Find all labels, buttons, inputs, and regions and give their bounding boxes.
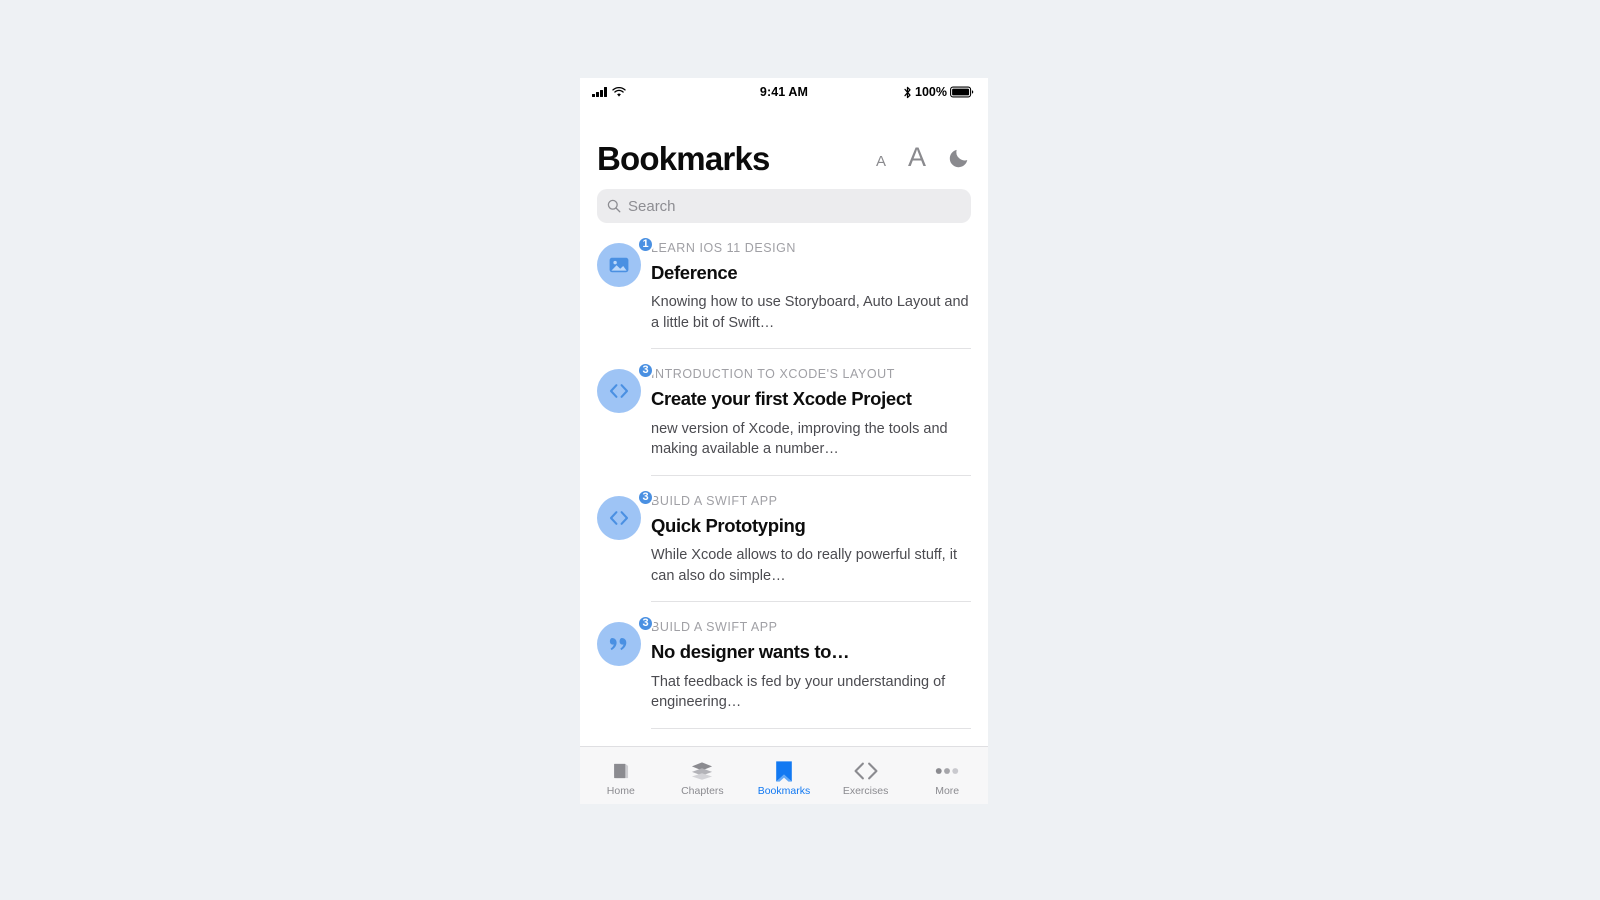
search-input[interactable]: Search <box>628 198 676 215</box>
tab-label-home: Home <box>606 784 635 797</box>
badge-count: 1 <box>637 236 654 253</box>
tab-home[interactable]: Home <box>580 747 662 804</box>
avatar <box>597 495 641 540</box>
tab-label-exercises: Exercises <box>842 784 889 797</box>
list-item-icon-col: 3 <box>597 488 654 586</box>
list-item-title: No designer wants to… <box>651 641 850 663</box>
search-section: Search <box>580 175 988 223</box>
list-item-title: Create your first Xcode Project <box>651 388 912 410</box>
list-item-description: new version of Xcode, improving the tool… <box>651 420 948 458</box>
list-item-kicker: LEARN IOS 11 DESIGN <box>651 241 796 255</box>
list-item-kicker: INTRODUCTION TO XCODE'S LAYOUT <box>651 367 895 382</box>
photo-icon <box>609 257 629 273</box>
phone-screen: 9:41 AM 100% Bookmarks A A Search 1 LEAR… <box>580 78 988 804</box>
tab-more[interactable]: More <box>906 747 988 804</box>
search-bar[interactable]: Search <box>597 189 971 223</box>
tab-chapters[interactable]: Chapters <box>662 747 744 804</box>
avatar <box>597 622 641 667</box>
bookmarks-list[interactable]: 1 LEARN IOS 11 DESIGN Deference Knowing … <box>580 223 988 746</box>
quote-icon <box>609 638 627 651</box>
tab-label-bookmarks: Bookmarks <box>757 784 811 797</box>
layers-icon <box>690 759 714 783</box>
code-brackets-icon <box>609 384 629 399</box>
tab-bookmarks[interactable]: Bookmarks <box>743 747 825 804</box>
book-icon <box>610 759 632 783</box>
tab-label-more: More <box>935 784 960 797</box>
list-item-title: Deference <box>651 262 738 283</box>
status-bar: 9:41 AM 100% <box>580 78 988 106</box>
avatar <box>597 243 641 287</box>
badge-count: 3 <box>637 488 654 506</box>
list-item[interactable]: 1 LEARN IOS 11 DESIGN Deference Knowing … <box>597 223 971 333</box>
list-item-kicker: BUILD A SWIFT APP <box>651 620 778 635</box>
page-title: Bookmarks <box>597 140 770 177</box>
avatar <box>597 369 641 414</box>
list-item[interactable]: 3 BUILD A SWIFT APP No designer wants to… <box>597 602 971 712</box>
ellipsis-icon <box>933 759 961 783</box>
list-divider <box>651 727 971 729</box>
status-bar-time: 9:41 AM <box>759 85 809 99</box>
list-item[interactable]: 3 BUILD A SWIFT APP Quick Prototyping Wh… <box>597 476 971 586</box>
search-icon <box>607 199 621 213</box>
list-item[interactable]: 3 INTRODUCTION TO XCODE'S LAYOUT Create … <box>597 349 971 459</box>
list-item-icon-col: 3 <box>597 362 654 459</box>
list-item-description: Knowing how to use Storyboard, Auto Layo… <box>651 294 969 331</box>
tab-bar: Home Chapters Bookmarks Exercises More <box>580 746 988 804</box>
list-item-kicker: BUILD A SWIFT APP <box>651 493 778 508</box>
code-brackets-icon <box>609 510 629 525</box>
list-item-text-col: BUILD A SWIFT APP No designer wants to… … <box>651 618 971 712</box>
bookmark-icon <box>773 759 795 783</box>
moon-icon[interactable] <box>948 147 970 169</box>
page-header: Bookmarks A A <box>580 106 988 175</box>
list-item-description: While Xcode allows to do really powerful… <box>651 547 957 584</box>
header-actions: A A <box>876 144 970 171</box>
letter-a-small-icon[interactable]: A <box>876 154 886 169</box>
page-root: 9:41 AM 100% Bookmarks A A Search 1 LEAR… <box>0 0 1600 900</box>
list-item-description: That feedback is fed by your understandi… <box>651 673 946 711</box>
list-item-text-col: INTRODUCTION TO XCODE'S LAYOUT Create yo… <box>651 365 971 459</box>
letter-a-large-icon[interactable]: A <box>908 144 926 171</box>
tab-label-chapters: Chapters <box>681 784 724 797</box>
list-item-text-col: BUILD A SWIFT APP Quick Prototyping Whil… <box>651 492 971 586</box>
list-item-icon-col: 3 <box>597 615 654 712</box>
list-item-icon-col: 1 <box>597 236 654 333</box>
list-item-title: Quick Prototyping <box>651 514 806 536</box>
list-item-text-col: LEARN IOS 11 DESIGN Deference Knowing ho… <box>651 239 971 333</box>
tab-exercises[interactable]: Exercises <box>825 747 907 804</box>
code-brackets-icon <box>853 759 879 783</box>
